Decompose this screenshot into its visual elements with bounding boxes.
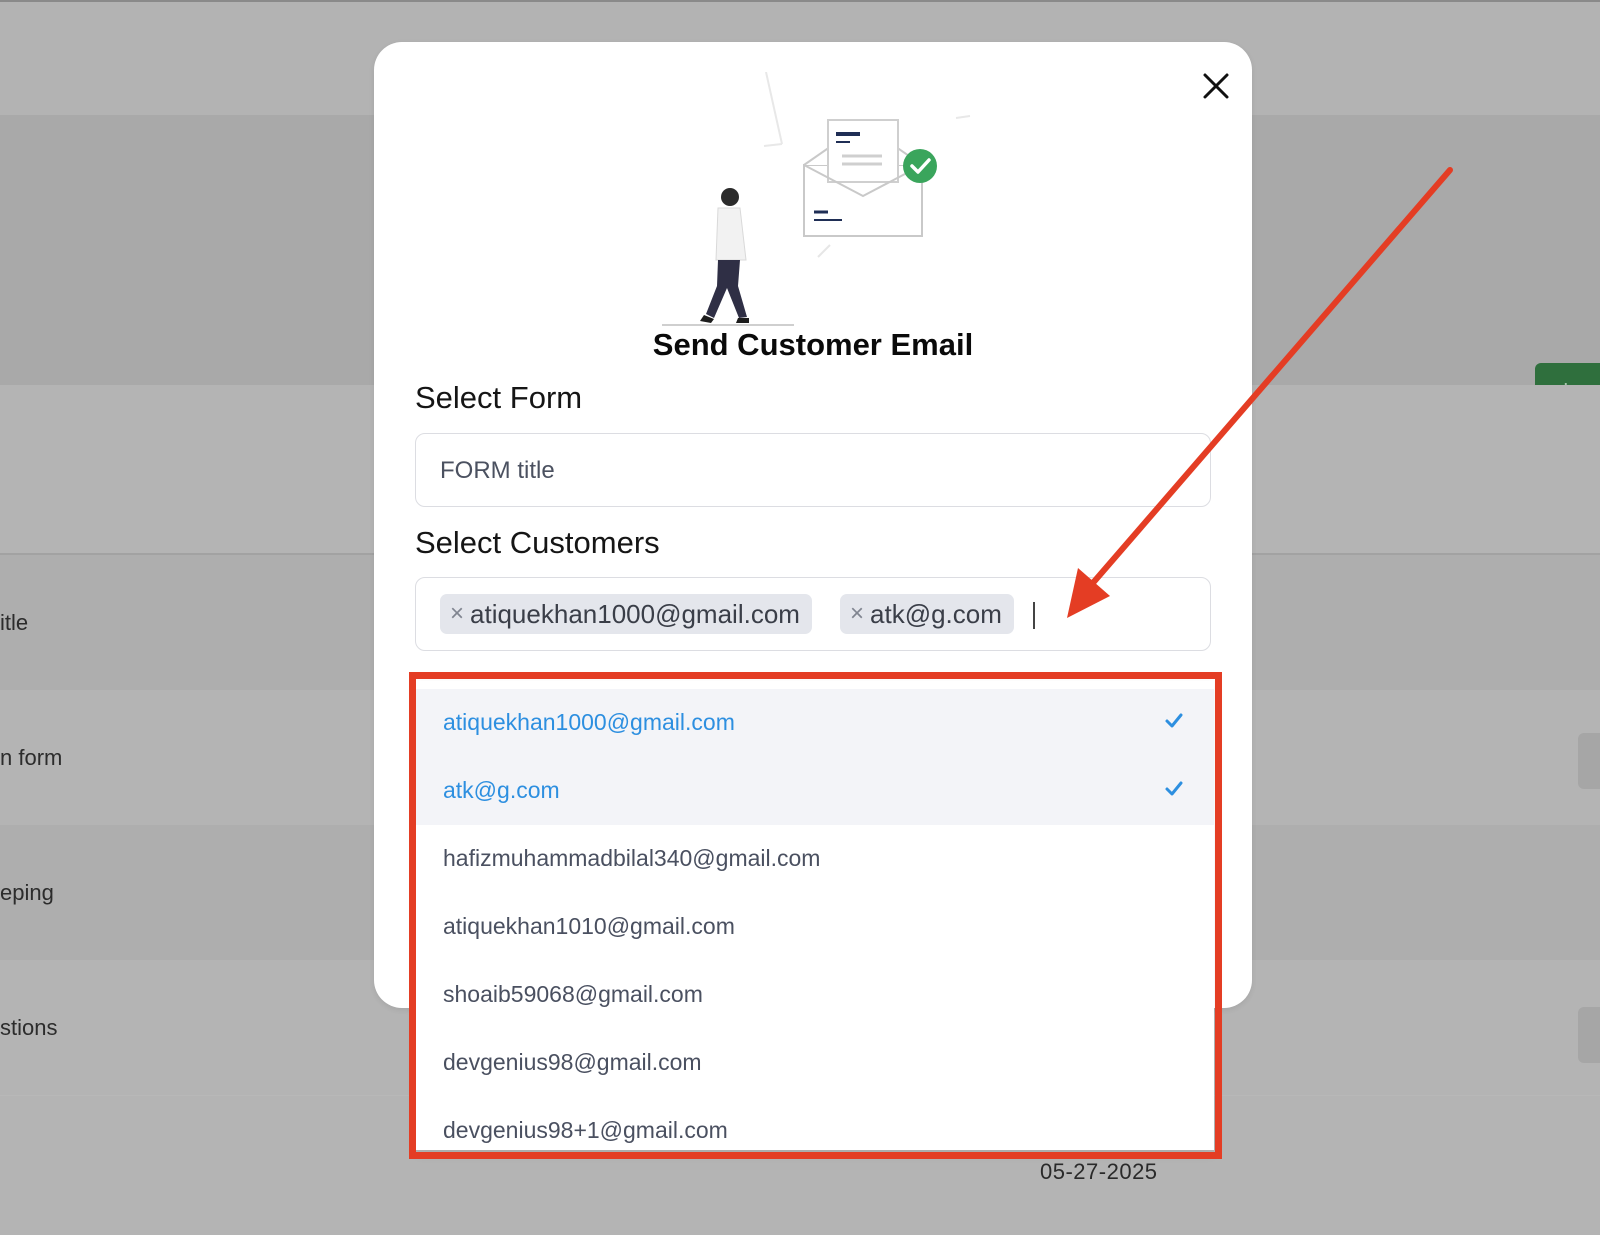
option-item[interactable]: shoaib59068@gmail.com bbox=[416, 961, 1214, 1029]
option-label: atk@g.com bbox=[443, 777, 560, 803]
option-label: atiquekhan1010@gmail.com bbox=[443, 913, 735, 939]
remove-tag-icon[interactable]: × bbox=[850, 600, 864, 628]
select-form-value: FORM title bbox=[440, 457, 555, 484]
option-label: shoaib59068@gmail.com bbox=[443, 981, 703, 1007]
row-title: eping bbox=[0, 880, 54, 905]
selected-customer-tag: × atk@g.com bbox=[840, 594, 1014, 634]
select-customers-label: Select Customers bbox=[415, 525, 660, 560]
tag-label: atiquekhan1000@gmail.com bbox=[470, 598, 800, 629]
option-item[interactable]: atiquekhan1000@gmail.com bbox=[416, 689, 1214, 757]
select-form-label: Select Form bbox=[415, 380, 583, 415]
close-icon bbox=[1203, 73, 1229, 99]
check-icon bbox=[1165, 781, 1183, 796]
modal-title: Send Customer Email bbox=[652, 327, 974, 362]
select-form-dropdown[interactable]: FORM title bbox=[415, 433, 1211, 507]
option-item[interactable]: atiquekhan1010@gmail.com bbox=[416, 893, 1214, 961]
check-icon bbox=[1165, 713, 1183, 728]
customers-options-list[interactable]: atiquekhan1000@gmail.com atk@g.com hafiz… bbox=[416, 681, 1214, 1150]
close-button[interactable] bbox=[1194, 64, 1238, 108]
option-item[interactable]: atk@g.com bbox=[416, 757, 1214, 825]
option-item[interactable]: devgenius98@gmail.com bbox=[416, 1029, 1214, 1097]
option-item[interactable]: hafizmuhammadbilal340@gmail.com bbox=[416, 825, 1214, 893]
row-title: itle bbox=[0, 610, 29, 635]
email-illustration bbox=[662, 72, 971, 326]
option-item[interactable]: devgenius98+1@gmail.com bbox=[416, 1097, 1214, 1150]
tag-label: atk@g.com bbox=[870, 598, 1002, 629]
row-date: 05-27-2025 bbox=[1040, 1159, 1158, 1184]
row-title: n form bbox=[0, 745, 63, 770]
option-label: devgenius98+1@gmail.com bbox=[443, 1117, 728, 1143]
remove-tag-icon[interactable]: × bbox=[450, 600, 464, 628]
row-action-button[interactable] bbox=[1578, 1007, 1600, 1063]
text-cursor bbox=[1033, 602, 1035, 629]
customers-multiselect[interactable]: × atiquekhan1000@gmail.com × atk@g.com bbox=[415, 577, 1211, 651]
option-label: devgenius98@gmail.com bbox=[443, 1049, 702, 1075]
option-label: hafizmuhammadbilal340@gmail.com bbox=[443, 845, 821, 871]
selected-customer-tag: × atiquekhan1000@gmail.com bbox=[440, 594, 812, 634]
option-label: atiquekhan1000@gmail.com bbox=[443, 709, 735, 735]
row-action-button[interactable] bbox=[1578, 733, 1600, 789]
row-title: stions bbox=[0, 1015, 58, 1040]
